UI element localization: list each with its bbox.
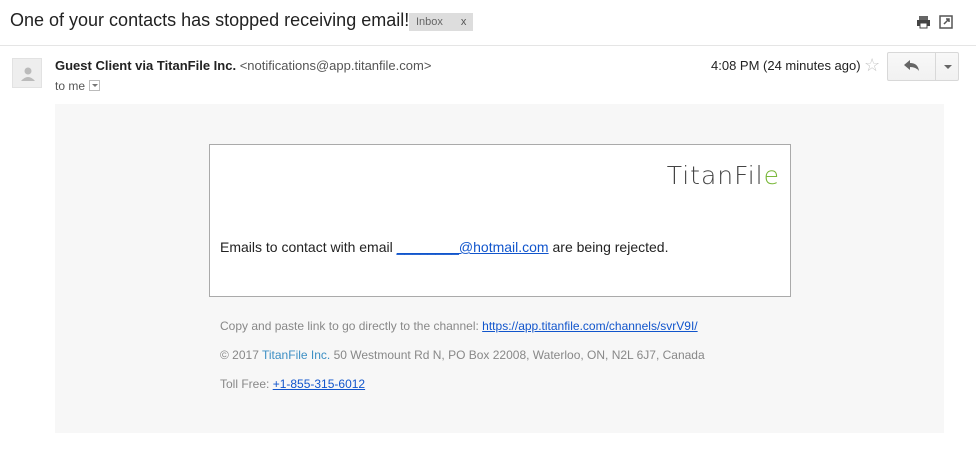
toll-free-label: Toll Free:	[220, 377, 273, 391]
more-options-button[interactable]	[937, 53, 959, 80]
message-text-after: are being rejected.	[548, 239, 669, 255]
channel-link-label: Copy and paste link to go directly to th…	[220, 319, 483, 333]
top-icons	[916, 15, 954, 29]
notification-card: TitanFile Emails to contact with email _…	[209, 144, 791, 297]
remove-label-button[interactable]: x	[461, 16, 467, 28]
sender-line: Guest Client via TitanFile Inc. <notific…	[55, 58, 431, 73]
company-address: 50 Westmount Rd N, PO Box 22008, Waterlo…	[330, 348, 705, 362]
titanfile-logo: TitanFile	[666, 161, 780, 190]
reply-icon	[904, 60, 919, 71]
channel-link-line: Copy and paste link to go directly to th…	[220, 319, 698, 333]
reply-button-group	[887, 52, 959, 81]
contact-email-link[interactable]: ________@hotmail.com	[397, 239, 549, 255]
copyright-prefix: © 2017	[220, 348, 262, 362]
copyright-line: © 2017 TitanFile Inc. 50 Westmount Rd N,…	[220, 348, 705, 362]
person-icon	[21, 67, 35, 81]
subject-bar: One of your contacts has stopped receivi…	[0, 0, 976, 46]
message-time: 4:08 PM (24 minutes ago)	[711, 58, 861, 73]
new-window-icon[interactable]	[939, 15, 954, 29]
titanfile-brand-link[interactable]: TitanFile Inc.	[262, 348, 330, 362]
channel-link[interactable]: https://app.titanfile.com/channels/svrV9…	[482, 319, 697, 333]
star-icon[interactable]: ☆	[864, 55, 880, 75]
message-text-before: Emails to contact with email	[220, 239, 397, 255]
sender-name[interactable]: Guest Client via TitanFile Inc.	[55, 58, 236, 73]
sender-email: <notifications@app.titanfile.com>	[239, 58, 432, 73]
avatar	[12, 58, 42, 88]
inbox-label-text: Inbox	[416, 16, 443, 28]
toll-free-line: Toll Free: +1-855-315-6012	[220, 377, 365, 391]
rejection-message: Emails to contact with email ________@ho…	[220, 239, 668, 255]
reply-button[interactable]	[888, 53, 936, 80]
toll-free-number-link[interactable]: +1-855-315-6012	[273, 377, 365, 391]
inbox-label[interactable]: Inbox x	[409, 13, 474, 31]
show-details-dropdown-icon[interactable]	[89, 80, 101, 91]
recipient-line: to me	[55, 79, 101, 93]
email-body: TitanFile Emails to contact with email _…	[55, 104, 944, 433]
recipient-text: to me	[55, 79, 86, 93]
email-subject: One of your contacts has stopped receivi…	[10, 10, 410, 30]
printer-icon[interactable]	[916, 15, 931, 29]
